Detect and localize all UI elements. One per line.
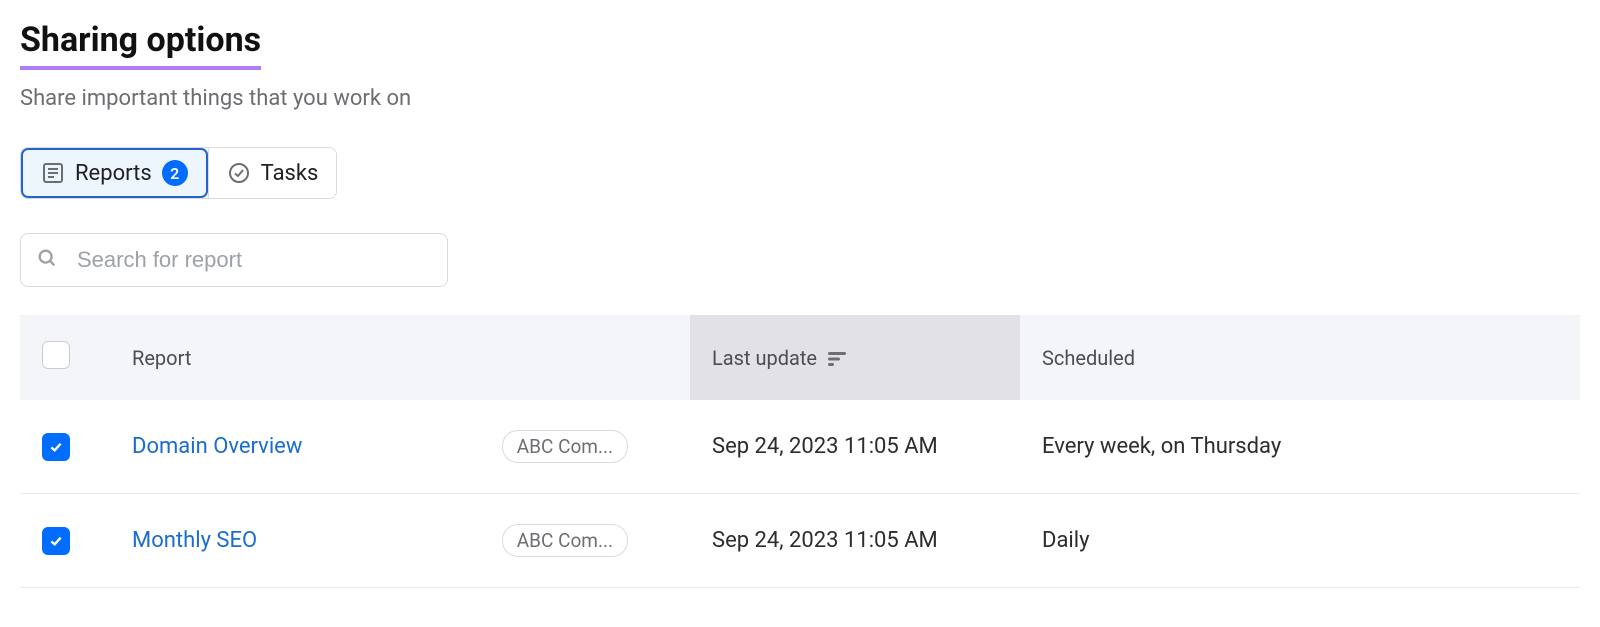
column-header-last-update-label: Last update xyxy=(712,346,817,370)
report-title-link[interactable]: Monthly SEO xyxy=(132,528,257,553)
tab-reports-label: Reports xyxy=(75,161,152,186)
cell-last-update: Sep 24, 2023 11:05 AM xyxy=(690,400,1020,494)
tab-reports-badge: 2 xyxy=(162,160,188,186)
page-title: Sharing options xyxy=(20,20,261,70)
select-all-checkbox[interactable] xyxy=(42,341,70,369)
search-icon xyxy=(36,247,58,273)
table-header-row: Report Last update Scheduled xyxy=(20,315,1580,400)
report-title-link[interactable]: Domain Overview xyxy=(132,434,302,459)
column-header-scheduled[interactable]: Scheduled xyxy=(1020,315,1580,400)
table-row: Domain Overview ABC Com... Sep 24, 2023 … xyxy=(20,400,1580,494)
page-subtitle: Share important things that you work on xyxy=(20,86,1580,111)
cell-scheduled: Every week, on Thursday xyxy=(1020,400,1580,494)
project-pill[interactable]: ABC Com... xyxy=(502,524,628,557)
tab-reports[interactable]: Reports 2 xyxy=(21,148,208,198)
cell-last-update: Sep 24, 2023 11:05 AM xyxy=(690,494,1020,588)
column-header-last-update[interactable]: Last update xyxy=(690,315,1020,400)
check-circle-icon xyxy=(227,161,251,185)
tabs: Reports 2 Tasks xyxy=(20,147,337,199)
column-header-scheduled-label: Scheduled xyxy=(1042,346,1135,370)
sort-desc-icon xyxy=(828,352,846,366)
project-pill[interactable]: ABC Com... xyxy=(502,430,628,463)
report-icon xyxy=(41,161,65,185)
table-row: Monthly SEO ABC Com... Sep 24, 2023 11:0… xyxy=(20,494,1580,588)
cell-scheduled: Daily xyxy=(1020,494,1580,588)
search-input[interactable] xyxy=(20,233,448,287)
reports-table: Report Last update Scheduled xyxy=(20,315,1580,588)
column-header-report[interactable]: Report xyxy=(110,315,690,400)
tab-tasks-label: Tasks xyxy=(261,161,319,186)
search-wrap xyxy=(20,233,448,287)
tab-tasks[interactable]: Tasks xyxy=(208,148,337,198)
column-header-report-label: Report xyxy=(132,346,191,370)
row-checkbox[interactable] xyxy=(42,527,70,555)
row-checkbox[interactable] xyxy=(42,433,70,461)
